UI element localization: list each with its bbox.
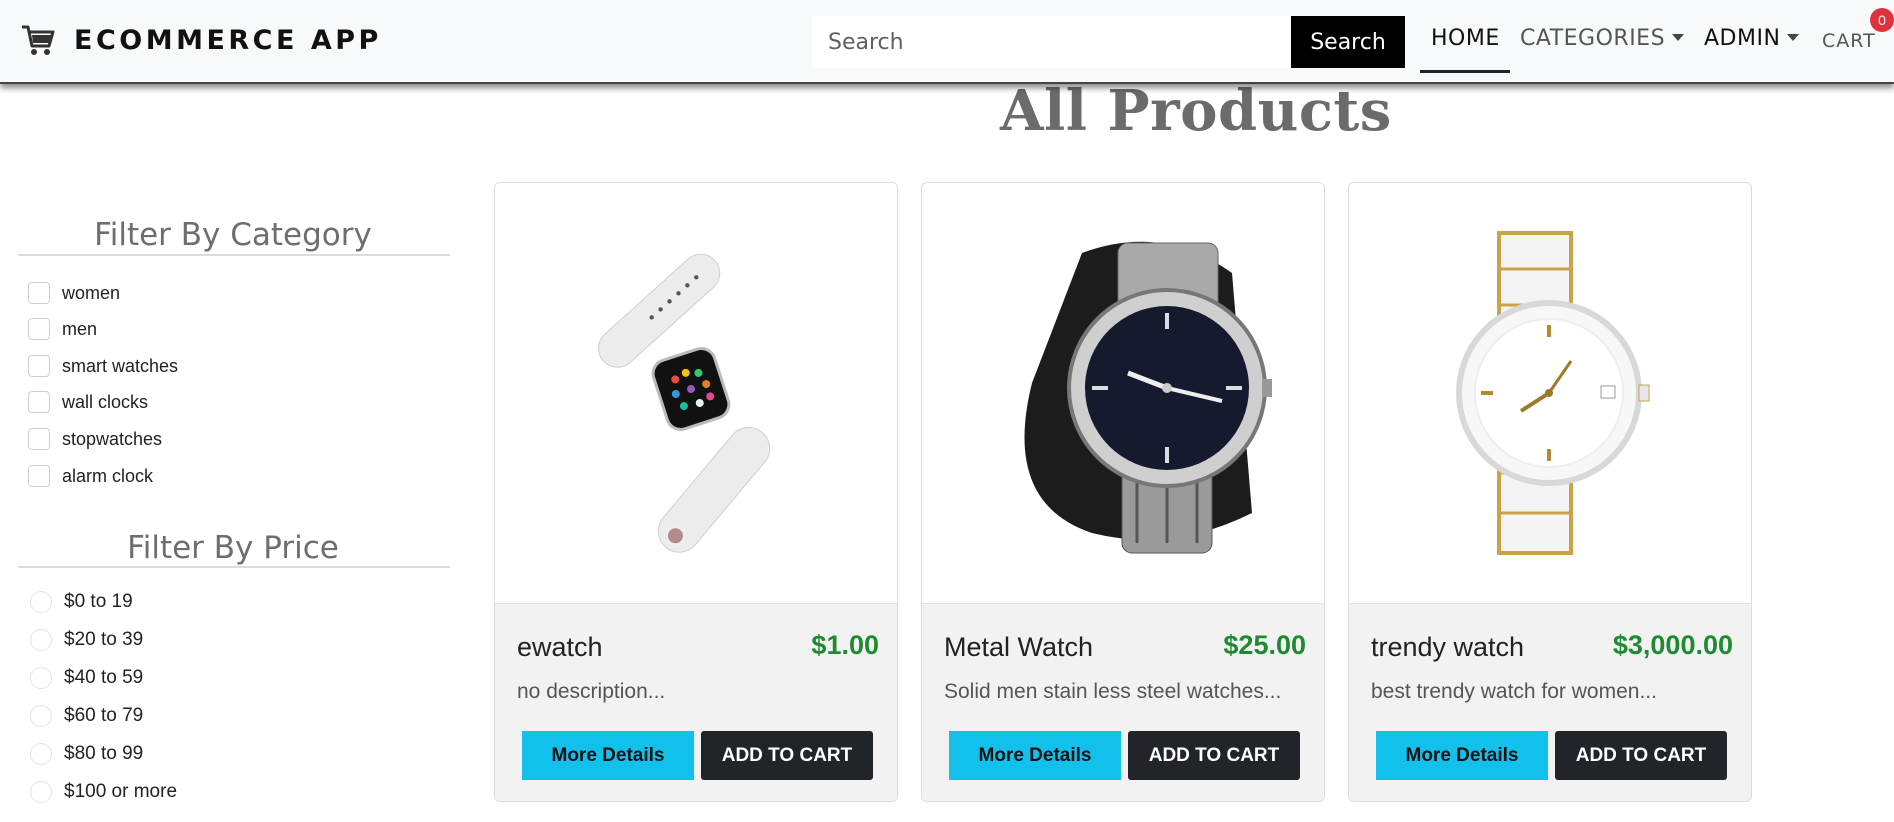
category-checkbox[interactable]	[28, 391, 50, 413]
divider	[18, 566, 450, 568]
category-checkbox[interactable]	[28, 318, 50, 340]
price-option[interactable]: $80 to 99	[30, 739, 143, 769]
price-radio[interactable]	[30, 591, 52, 613]
category-checkbox[interactable]	[28, 465, 50, 487]
product-price: $1.00	[811, 630, 879, 660]
price-label: $40 to 59	[64, 667, 144, 688]
category-label: men	[62, 318, 98, 339]
nav-cart-link[interactable]: CART	[1822, 30, 1876, 52]
price-radio[interactable]	[30, 781, 52, 803]
active-nav-indicator	[1420, 70, 1510, 73]
price-label: $20 to 39	[64, 629, 144, 650]
product-description: best trendy watch for women...	[1371, 680, 1657, 703]
product-image	[1349, 183, 1751, 603]
product-card-body: ewatch $1.00 no description... More Deta…	[495, 603, 897, 801]
smartwatch-image	[598, 253, 771, 553]
more-details-button[interactable]: More Details	[1376, 731, 1548, 780]
category-checkbox[interactable]	[28, 355, 50, 377]
metal-watch-image	[1024, 241, 1272, 554]
price-filter-title: Filter By Price	[127, 530, 339, 566]
product-card-body: trendy watch $3,000.00 best trendy watch…	[1349, 603, 1751, 801]
caret-down-icon	[1787, 33, 1800, 41]
navbar: ECOMMERCE APP Search HOME CATEGORIES ADM…	[0, 0, 1894, 84]
nav-categories-label: CATEGORIES	[1520, 26, 1666, 51]
category-label: wall clocks	[62, 391, 149, 412]
price-radio[interactable]	[30, 743, 52, 765]
category-label: alarm clock	[62, 465, 154, 486]
divider	[18, 254, 450, 256]
nav-home-link[interactable]: HOME	[1431, 26, 1500, 51]
caret-down-icon	[1672, 33, 1685, 41]
product-image	[922, 183, 1324, 603]
more-details-button[interactable]: More Details	[949, 731, 1121, 780]
product-card: trendy watch $3,000.00 best trendy watch…	[1348, 182, 1752, 802]
product-card: ewatch $1.00 no description... More Deta…	[494, 182, 898, 802]
price-option[interactable]: $40 to 59	[30, 663, 143, 693]
category-option[interactable]: smart watches	[28, 351, 178, 381]
price-radio[interactable]	[30, 667, 52, 689]
brand-name: ECOMMERCE APP	[74, 24, 382, 56]
category-option[interactable]: wall clocks	[28, 387, 148, 417]
add-to-cart-button[interactable]: ADD TO CART	[1128, 731, 1300, 780]
product-description: no description...	[517, 680, 666, 703]
price-label: $80 to 99	[64, 743, 144, 764]
nav-categories-dropdown[interactable]: CATEGORIES	[1520, 26, 1685, 51]
white-gold-watch-image	[1456, 231, 1650, 555]
product-image	[495, 183, 897, 603]
category-label: smart watches	[62, 355, 179, 376]
search-button[interactable]: Search	[1291, 16, 1405, 68]
price-label: $0 to 19	[64, 591, 133, 612]
category-checkbox[interactable]	[28, 428, 50, 450]
category-option[interactable]: stopwatches	[28, 424, 162, 454]
category-checkbox[interactable]	[28, 282, 50, 304]
category-option[interactable]: women	[28, 278, 120, 308]
price-radio[interactable]	[30, 629, 52, 651]
price-label: $100 or more	[64, 781, 178, 802]
product-name: Metal Watch	[944, 632, 1094, 662]
search-input[interactable]	[812, 16, 1290, 68]
price-radio[interactable]	[30, 705, 52, 727]
more-details-button[interactable]: More Details	[522, 731, 694, 780]
product-name: trendy watch	[1371, 632, 1525, 662]
product-name: ewatch	[517, 632, 603, 662]
price-option[interactable]: $20 to 39	[30, 625, 143, 655]
product-card-body: Metal Watch $25.00 Solid men stain less …	[922, 603, 1324, 801]
product-price: $25.00	[1223, 630, 1306, 660]
shopping-cart-icon	[22, 25, 55, 55]
product-price: $3,000.00	[1612, 630, 1733, 660]
category-label: women	[62, 282, 121, 303]
price-option[interactable]: $60 to 79	[30, 701, 143, 731]
nav-admin-dropdown[interactable]: ADMIN	[1704, 26, 1800, 51]
price-label: $60 to 79	[64, 705, 144, 726]
price-option[interactable]: $0 to 19	[30, 587, 133, 617]
product-card: Metal Watch $25.00 Solid men stain less …	[921, 182, 1325, 802]
price-option[interactable]: $100 or more	[30, 777, 177, 807]
cart-count-badge: 0	[1870, 8, 1894, 32]
category-option[interactable]: men	[28, 314, 97, 344]
page-title: All Products	[1000, 78, 1392, 144]
add-to-cart-button[interactable]: ADD TO CART	[701, 731, 873, 780]
add-to-cart-button[interactable]: ADD TO CART	[1555, 731, 1727, 780]
product-description: Solid men stain less steel watches...	[944, 680, 1282, 703]
brand-link[interactable]: ECOMMERCE APP	[20, 22, 382, 58]
category-option[interactable]: alarm clock	[28, 461, 153, 491]
category-label: stopwatches	[62, 428, 163, 449]
category-filter-title: Filter By Category	[94, 217, 372, 253]
nav-admin-label: ADMIN	[1704, 26, 1781, 51]
